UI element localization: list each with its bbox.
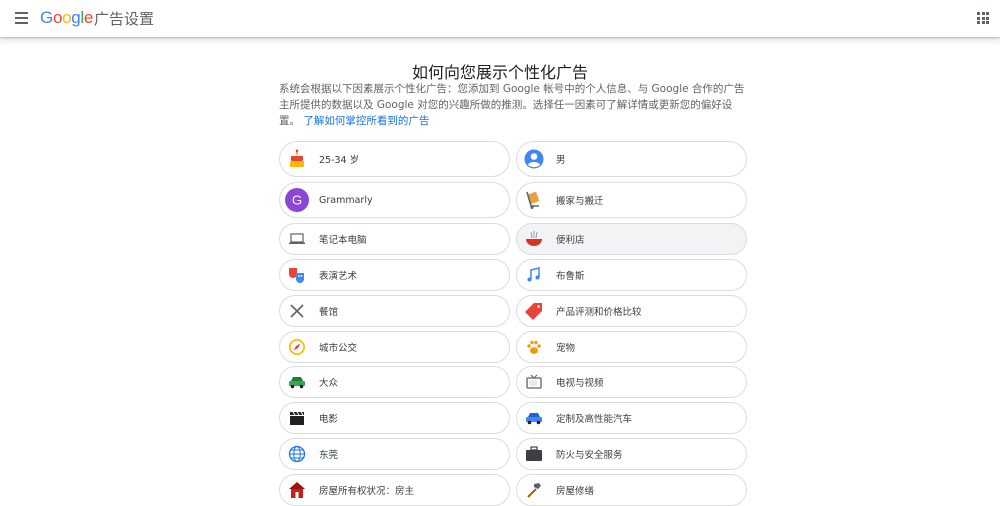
laptop-icon [284, 228, 310, 250]
factor-label: 电视与视频 [556, 378, 604, 389]
factor-card-public-transit[interactable]: 城市公交 [279, 331, 510, 363]
fork-knife-icon [284, 300, 310, 322]
factor-card-pets[interactable]: 宠物 [516, 331, 747, 363]
factor-card-performing-arts[interactable]: 表演艺术 [279, 259, 510, 291]
tv-icon [521, 371, 547, 393]
noodle-bowl-icon [521, 228, 547, 250]
factor-label: 宠物 [556, 343, 576, 354]
globe-icon [284, 443, 310, 465]
factor-label: 房屋所有权状况：房主 [319, 486, 415, 497]
factor-card-laptops[interactable]: 笔记本电脑 [279, 223, 510, 255]
factor-label: 布鲁斯 [556, 271, 585, 282]
section-description: 系统会根据以下因素展示个性化广告：您添加到 Google 帐号中的个人信息、与 … [279, 81, 749, 129]
person-icon [521, 148, 547, 170]
factor-card-product-reviews[interactable]: 产品评测和价格比较 [516, 295, 747, 327]
moving-cart-icon [521, 189, 547, 211]
factor-card-grammarly[interactable]: G Grammarly [279, 182, 510, 218]
learn-more-link[interactable]: 了解如何掌控所看到的广告 [303, 115, 429, 127]
clapperboard-icon [284, 407, 310, 429]
factor-card-convenience-store[interactable]: 便利店 [516, 223, 747, 255]
page-title: 广告设置 [94, 9, 155, 28]
factor-label: 防火与安全服务 [556, 450, 623, 461]
theater-masks-icon [284, 264, 310, 286]
factor-card-movies[interactable]: 电影 [279, 402, 510, 434]
factor-label: 搬家与搬迁 [556, 196, 604, 207]
factor-card-volkswagen[interactable]: 大众 [279, 366, 510, 398]
factor-label: 东莞 [319, 450, 339, 461]
paw-icon [521, 336, 547, 358]
factor-label: 电影 [319, 414, 339, 425]
factor-label: 便利店 [556, 235, 585, 246]
factor-card-moving[interactable]: 搬家与搬迁 [516, 182, 747, 218]
google-logo[interactable]: Google 广告设置 [40, 8, 154, 28]
factor-card-age[interactable]: 25-34 岁 [279, 141, 510, 177]
section-heading: 如何向您展示个性化广告 [411, 63, 588, 82]
factor-card-restaurants[interactable]: 餐馆 [279, 295, 510, 327]
factor-card-performance-vehicles[interactable]: 定制及高性能汽车 [516, 402, 747, 434]
menu-icon[interactable] [12, 9, 32, 27]
factor-card-gender[interactable]: 男 [516, 141, 747, 177]
apps-grid-icon[interactable] [977, 12, 989, 24]
factor-label: 大众 [319, 378, 339, 389]
grammarly-g-icon: G [284, 188, 310, 212]
factor-label: 笔记本电脑 [319, 235, 367, 246]
top-app-bar: Google 广告设置 [0, 0, 1000, 37]
factor-label: 男 [556, 155, 566, 166]
factor-label: 产品评测和价格比较 [556, 307, 642, 318]
factor-label: 城市公交 [319, 343, 358, 354]
factor-label: Grammarly [319, 194, 373, 206]
price-tag-icon [521, 300, 547, 322]
music-note-icon [521, 264, 547, 286]
factor-label: 餐馆 [319, 307, 339, 318]
google-wordmark: Google [40, 8, 94, 27]
compass-icon [284, 336, 310, 358]
factor-card-tv-video[interactable]: 电视与视频 [516, 366, 747, 398]
car-icon [284, 371, 310, 393]
factor-label: 25-34 岁 [319, 155, 360, 166]
factor-label: 定制及高性能汽车 [556, 414, 633, 425]
factor-card-blues[interactable]: 布鲁斯 [516, 259, 747, 291]
svg-text:G: G [292, 193, 302, 208]
factor-label: 表演艺术 [319, 271, 358, 282]
factor-label: 房屋修缮 [556, 486, 595, 497]
factor-card-homeownership[interactable]: 房屋所有权状况：房主 [279, 474, 510, 506]
sports-car-icon [521, 407, 547, 429]
briefcase-icon [521, 443, 547, 465]
factor-card-dongguan[interactable]: 东莞 [279, 438, 510, 470]
factor-card-home-improvement[interactable]: 房屋修缮 [516, 474, 747, 506]
birthday-cake-icon [284, 148, 310, 170]
factor-card-fire-security[interactable]: 防火与安全服务 [516, 438, 747, 470]
